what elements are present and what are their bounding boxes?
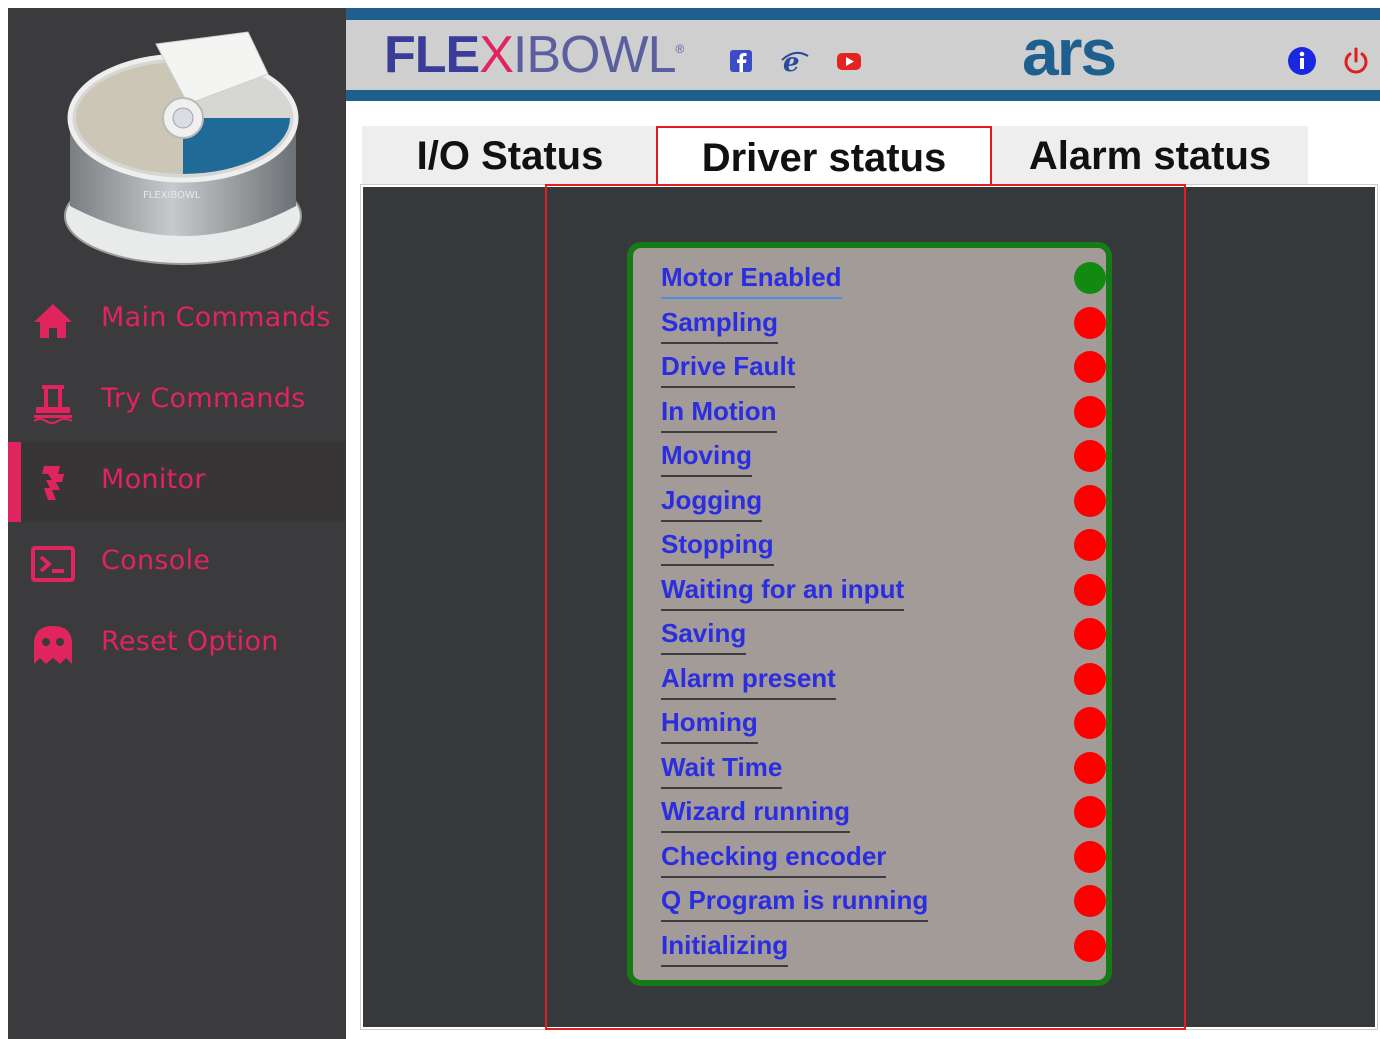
ghost-icon xyxy=(34,626,72,664)
flexibowl-logo: FLEXIBOWL® xyxy=(384,26,684,84)
tab-driver-status[interactable]: Driver status xyxy=(656,126,992,188)
driver-status-card: Motor Enabled Sampling Drive Fault In Mo… xyxy=(627,242,1112,986)
console-icon xyxy=(31,546,75,582)
status-indicator xyxy=(1074,395,1106,428)
sidebar-item-label: Main Commands xyxy=(101,302,331,333)
status-label[interactable]: Wait Time xyxy=(661,752,783,789)
status-row-initializing: Initializing xyxy=(661,929,1106,974)
status-indicator xyxy=(1074,262,1106,294)
flexibowl-device-image: FLEXIBOWL xyxy=(64,31,302,265)
status-indicator xyxy=(1074,929,1106,962)
monitor-icon xyxy=(42,466,64,500)
status-indicator xyxy=(1074,484,1106,517)
youtube-icon[interactable] xyxy=(834,46,864,76)
info-icon[interactable] xyxy=(1286,45,1318,77)
try-commands-icon xyxy=(33,385,73,424)
tab-io-status[interactable]: I/O Status xyxy=(362,126,658,186)
status-row-q-program-running: Q Program is running xyxy=(661,885,1106,929)
sidebar-item-monitor[interactable]: Monitor xyxy=(8,442,346,522)
status-label[interactable]: Initializing xyxy=(661,930,789,967)
sidebar-item-reset-option[interactable]: Reset Option xyxy=(8,604,346,684)
header-top-bar xyxy=(346,8,1380,20)
status-label[interactable]: Saving xyxy=(661,618,747,655)
sidebar-item-label: Try Commands xyxy=(101,383,306,414)
status-row-sampling: Sampling xyxy=(661,306,1106,351)
status-indicator xyxy=(1074,840,1106,873)
status-indicator xyxy=(1074,351,1106,383)
status-indicator xyxy=(1074,573,1106,606)
tab-label: Alarm status xyxy=(1028,133,1272,178)
sidebar-item-console[interactable]: Console xyxy=(8,523,346,603)
status-indicator xyxy=(1074,662,1106,695)
sidebar-item-main-commands[interactable]: Main Commands xyxy=(8,280,346,360)
status-row-motor-enabled: Motor Enabled xyxy=(661,262,1106,306)
status-row-saving: Saving xyxy=(661,618,1106,662)
status-label[interactable]: Checking encoder xyxy=(661,841,887,878)
status-row-in-motion: In Motion xyxy=(661,395,1106,440)
header-bottom-bar xyxy=(346,90,1380,101)
status-indicator xyxy=(1074,306,1106,339)
status-indicator xyxy=(1074,751,1106,784)
status-row-homing: Homing xyxy=(661,707,1106,751)
tab-label: I/O Status xyxy=(416,133,604,178)
ars-logo: ars xyxy=(1022,15,1117,89)
status-label[interactable]: Moving xyxy=(661,440,752,477)
status-label[interactable]: In Motion xyxy=(661,396,777,433)
sidebar-item-label: Console xyxy=(101,545,211,576)
status-label[interactable]: Homing xyxy=(661,707,758,744)
status-label[interactable]: Waiting for an input xyxy=(661,574,905,611)
power-icon[interactable] xyxy=(1340,45,1372,77)
status-indicator xyxy=(1074,707,1106,739)
status-row-alarm-present: Alarm present xyxy=(661,662,1106,707)
status-indicator xyxy=(1074,529,1106,561)
status-indicator xyxy=(1074,796,1106,828)
status-row-stopping: Stopping xyxy=(661,529,1106,573)
status-label[interactable]: Alarm present xyxy=(661,663,836,700)
header: FLEXIBOWL® e ars xyxy=(346,8,1380,108)
status-label[interactable]: Q Program is running xyxy=(661,885,929,922)
sidebar: FLEXIBOWL Main Commands Try Commands Mon… xyxy=(8,8,346,1039)
tab-alarm-status[interactable]: Alarm status xyxy=(992,126,1308,186)
status-row-checking-encoder: Checking encoder xyxy=(661,840,1106,885)
status-label[interactable]: Sampling xyxy=(661,307,779,344)
tab-label: Driver status xyxy=(701,135,947,180)
status-row-wait-time: Wait Time xyxy=(661,751,1106,796)
facebook-icon[interactable] xyxy=(726,46,756,76)
status-label[interactable]: Jogging xyxy=(661,485,763,522)
status-row-drive-fault: Drive Fault xyxy=(661,351,1106,395)
status-indicator xyxy=(1074,440,1106,472)
status-label[interactable]: Wizard running xyxy=(661,796,850,833)
status-row-moving: Moving xyxy=(661,440,1106,484)
home-icon xyxy=(34,304,72,338)
sidebar-item-try-commands[interactable]: Try Commands xyxy=(8,361,346,441)
sidebar-item-label: Reset Option xyxy=(101,626,279,657)
status-label[interactable]: Stopping xyxy=(661,529,774,566)
status-row-wizard-running: Wizard running xyxy=(661,796,1106,840)
status-row-jogging: Jogging xyxy=(661,484,1106,529)
status-indicator xyxy=(1074,618,1106,650)
status-row-waiting-for-input: Waiting for an input xyxy=(661,573,1106,618)
internet-explorer-icon[interactable]: e xyxy=(780,46,810,76)
sidebar-item-label: Monitor xyxy=(101,464,206,495)
status-label[interactable]: Motor Enabled xyxy=(661,262,842,299)
status-label[interactable]: Drive Fault xyxy=(661,351,796,388)
svg-text:FLEXIBOWL: FLEXIBOWL xyxy=(143,190,201,201)
status-indicator xyxy=(1074,885,1106,917)
